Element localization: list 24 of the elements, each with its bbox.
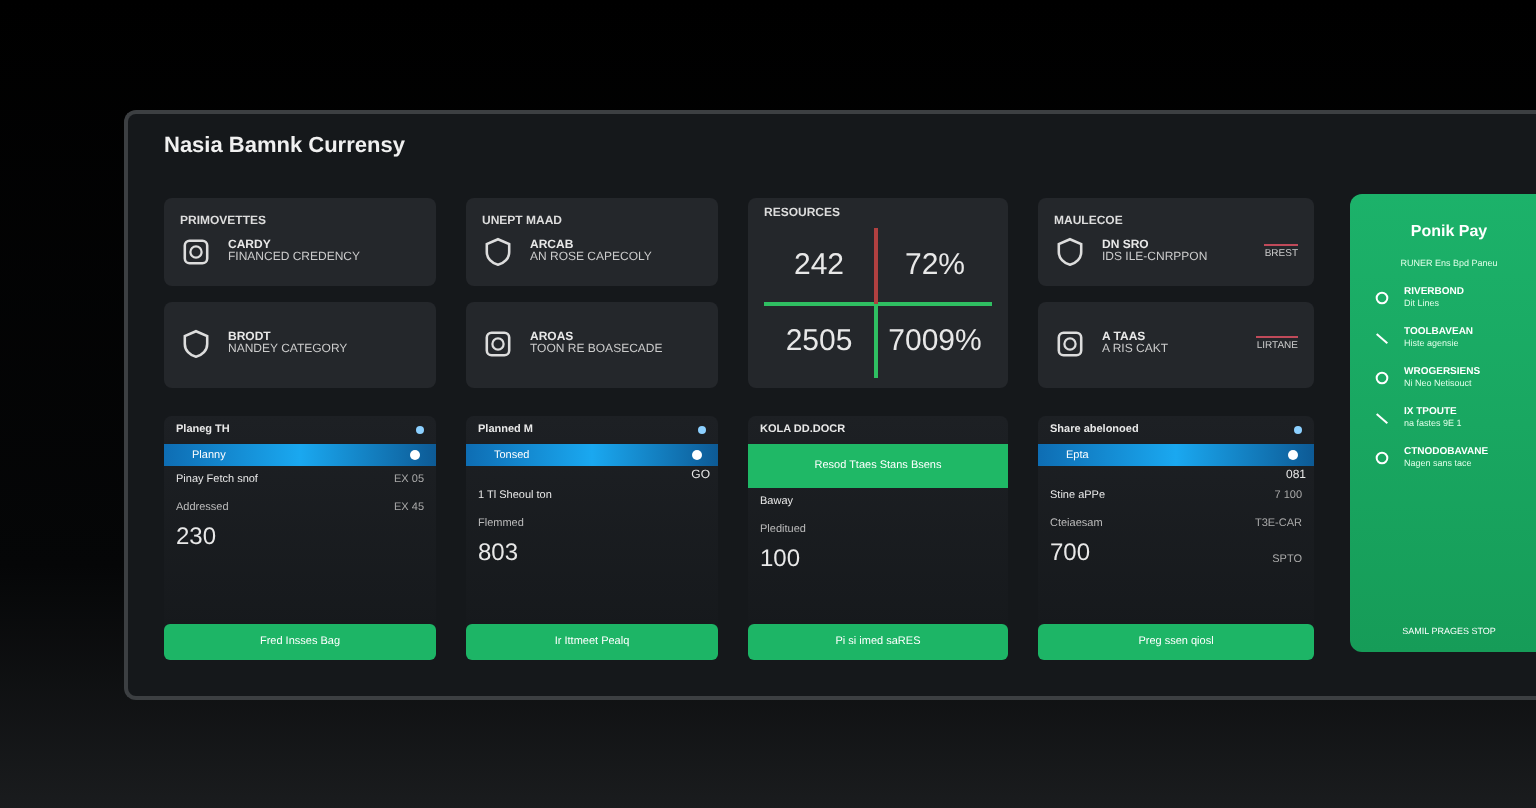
amount-value: 100	[760, 544, 801, 572]
amount-value: 803	[478, 538, 519, 566]
badge-icon	[482, 328, 514, 361]
status-dot	[1294, 426, 1302, 434]
stat-value: 72%	[902, 246, 968, 287]
app-title: Nasia Bamnk Currensy	[164, 134, 407, 158]
shield-icon	[482, 235, 514, 268]
shield-icon	[1054, 235, 1086, 268]
line-icon	[1374, 409, 1390, 425]
line-icon	[1374, 329, 1390, 345]
status-dot	[416, 426, 424, 434]
circle-icon	[1374, 449, 1390, 465]
stat-value: 242	[764, 228, 878, 303]
amount-value: 230	[176, 522, 217, 550]
status-dot	[698, 426, 706, 434]
shield-icon	[180, 328, 212, 361]
stat-value: 7009%	[886, 321, 984, 362]
amount-value: 700	[1050, 538, 1091, 566]
panel-title: Ponik Pay	[1408, 222, 1490, 240]
stat-value: 2505	[764, 303, 878, 378]
badge-icon	[180, 235, 212, 268]
circle-icon	[1374, 369, 1390, 385]
badge-icon	[1054, 328, 1086, 361]
circle-icon	[1374, 289, 1390, 305]
